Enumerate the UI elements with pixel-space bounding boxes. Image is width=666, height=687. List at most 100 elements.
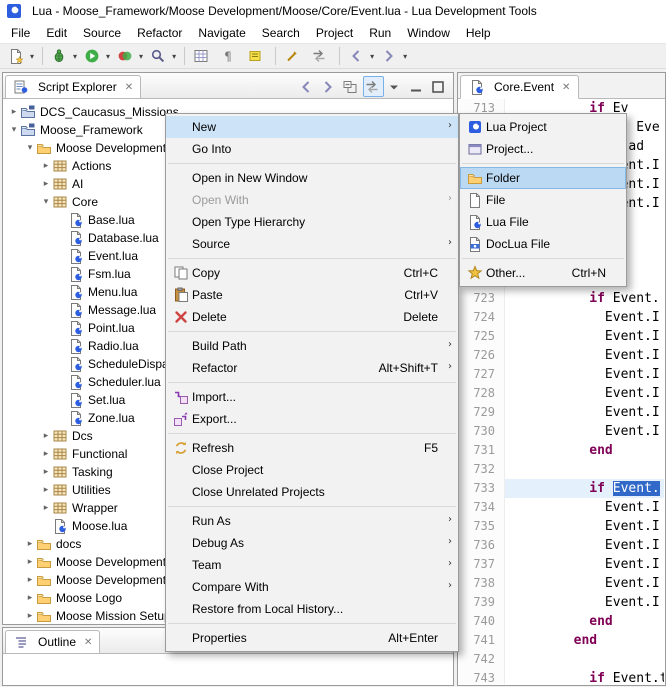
context-menu-item-export[interactable]: Export... [166,408,458,430]
code-text[interactable] [505,460,664,479]
context-menu-item-import[interactable]: Import... [166,386,458,408]
line-number[interactable]: 740 [459,612,505,631]
context-menu-item-debug-as[interactable]: Debug As› [166,532,458,554]
line-number[interactable]: 739 [459,593,505,612]
collapse-arrow-icon[interactable]: ▾ [24,143,36,153]
collapse-all-button[interactable] [341,76,362,97]
mark-occurrences-button[interactable] [244,43,270,69]
dropdown-caret-icon[interactable]: ▾ [30,52,34,61]
minimize-button[interactable] [407,76,428,97]
line-number[interactable]: 727 [459,365,505,384]
context-menu-item-paste[interactable]: PasteCtrl+V [166,284,458,306]
context-menu-item-close-project[interactable]: Close Project [166,459,458,481]
expand-arrow-icon[interactable]: ▸ [40,179,52,189]
code-text[interactable]: end [505,612,664,631]
coverage-button[interactable]: ▾ [114,43,146,69]
last-edit-location-button[interactable] [281,43,307,69]
context-menu-item-properties[interactable]: PropertiesAlt+Enter [166,627,458,649]
back-button[interactable] [297,76,318,97]
line-number[interactable]: 738 [459,574,505,593]
code-text[interactable]: Event.I [505,555,664,574]
code-text[interactable]: Event.I [505,574,664,593]
menubar-item-search[interactable]: Search [254,23,308,43]
context-menu-item-delete[interactable]: DeleteDelete [166,306,458,328]
dropdown-caret-icon[interactable]: ▾ [370,52,374,61]
context-menu-item-build-path[interactable]: Build Path› [166,335,458,357]
search-button[interactable]: ▾ [147,43,179,69]
maximize-button[interactable] [429,76,450,97]
line-number[interactable]: 729 [459,403,505,422]
new-submenu-item-project[interactable]: Project... [460,138,626,160]
menubar-item-navigate[interactable]: Navigate [190,23,253,43]
code-text[interactable]: if Event. [505,479,664,498]
expand-arrow-icon[interactable]: ▸ [8,107,20,117]
expand-arrow-icon[interactable]: ▸ [40,485,52,495]
dropdown-caret-icon[interactable]: ▾ [73,52,77,61]
context-menu-item-close-unrelated-projects[interactable]: Close Unrelated Projects [166,481,458,503]
menubar-item-edit[interactable]: Edit [38,23,75,43]
expand-arrow-icon[interactable]: ▸ [24,593,36,603]
new-submenu-item-lua-file[interactable]: Lua File [460,211,626,233]
context-menu-item-restore-from-local-history[interactable]: Restore from Local History... [166,598,458,620]
collapse-arrow-icon[interactable]: ▾ [40,197,52,207]
code-text[interactable]: Event.I [505,384,664,403]
menubar-item-window[interactable]: Window [399,23,458,43]
line-number[interactable]: 730 [459,422,505,441]
tab-script-explorer[interactable]: Script Explorer ✕ [5,75,141,98]
close-icon[interactable]: ✕ [125,82,133,93]
code-text[interactable] [505,650,664,669]
code-text[interactable]: Event.I [505,593,664,612]
debug-button[interactable]: ▾ [48,43,80,69]
line-number[interactable]: 731 [459,441,505,460]
grid-view-button[interactable] [190,43,216,69]
menubar-item-run[interactable]: Run [361,23,399,43]
context-menu-item-open-type-hierarchy[interactable]: Open Type Hierarchy [166,211,458,233]
menubar-item-help[interactable]: Help [458,23,499,43]
context-menu-item-open-in-new-window[interactable]: Open in New Window [166,167,458,189]
code-text[interactable]: Event.I [505,365,664,384]
code-text[interactable]: end [505,631,664,650]
back-button[interactable]: ▾ [345,43,377,69]
line-number[interactable]: 725 [459,327,505,346]
new-submenu-item-other[interactable]: Other...Ctrl+N [460,262,626,284]
tab-core-event[interactable]: Core.Event ✕ [460,75,579,99]
expand-arrow-icon[interactable]: ▸ [24,539,36,549]
context-menu-item-source[interactable]: Source› [166,233,458,255]
code-text[interactable]: Event.I [505,327,664,346]
run-button[interactable]: ▾ [81,43,113,69]
code-text[interactable]: end [505,441,664,460]
code-text[interactable]: Event.I [505,498,664,517]
line-number[interactable]: 737 [459,555,505,574]
line-number[interactable]: 726 [459,346,505,365]
line-number[interactable]: 724 [459,308,505,327]
line-number[interactable]: 741 [459,631,505,650]
line-number[interactable]: 735 [459,517,505,536]
context-menu-item-run-as[interactable]: Run As› [166,510,458,532]
expand-arrow-icon[interactable]: ▸ [24,557,36,567]
line-number[interactable]: 742 [459,650,505,669]
expand-arrow-icon[interactable]: ▸ [24,611,36,621]
line-number[interactable]: 732 [459,460,505,479]
context-menu-item-copy[interactable]: CopyCtrl+C [166,262,458,284]
menubar-item-source[interactable]: Source [75,23,129,43]
expand-arrow-icon[interactable]: ▸ [40,431,52,441]
expand-arrow-icon[interactable]: ▸ [40,467,52,477]
forward-button[interactable] [319,76,340,97]
menubar-item-project[interactable]: Project [308,23,361,43]
line-number[interactable]: 743 [459,669,505,684]
new-submenu-item-doclua-file[interactable]: DocLua File [460,233,626,255]
expand-arrow-icon[interactable]: ▸ [40,161,52,171]
code-text[interactable]: Event.I [505,536,664,555]
context-menu-item-refactor[interactable]: RefactorAlt+Shift+T› [166,357,458,379]
context-menu-item-new[interactable]: New› [166,116,458,138]
dropdown-caret-icon[interactable]: ▾ [106,52,110,61]
code-text[interactable]: if Event. [505,289,664,308]
code-text[interactable]: Event.I [505,517,664,536]
context-menu-item-go-into[interactable]: Go Into [166,138,458,160]
menubar-item-refactor[interactable]: Refactor [129,23,190,43]
expand-arrow-icon[interactable]: ▸ [40,503,52,513]
new-submenu-item-folder[interactable]: Folder [460,167,626,189]
code-text[interactable]: Event.I [505,346,664,365]
view-menu-button[interactable] [385,76,406,97]
forward-button[interactable]: ▾ [378,43,410,69]
